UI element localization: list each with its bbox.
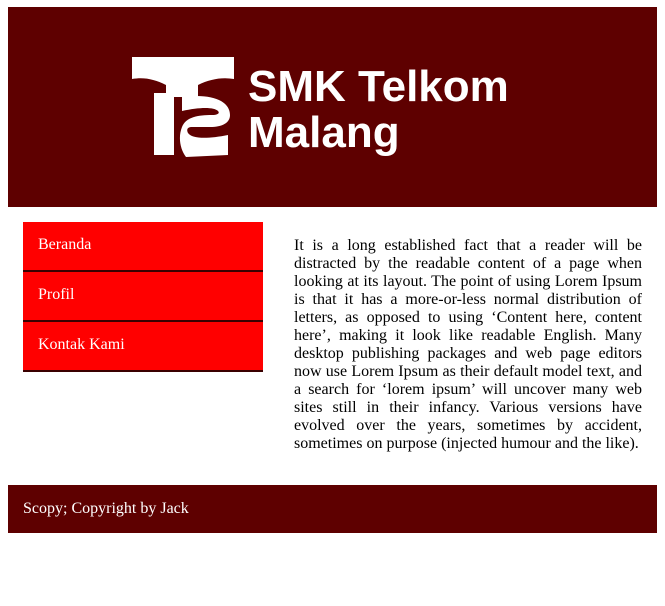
nav-item-beranda[interactable]: Beranda — [23, 222, 263, 272]
telkom-logo-icon — [132, 57, 234, 157]
nav-item-kontak-kami[interactable]: Kontak Kami — [23, 322, 263, 372]
site-title-line2: Malang — [248, 108, 400, 157]
site-footer: Scopy; Copyright by Jack — [8, 485, 657, 533]
site-title-line1: SMK Telkom — [248, 62, 509, 111]
site-header: SMK Telkom Malang — [8, 7, 657, 207]
nav-item-profil[interactable]: Profil — [23, 272, 263, 322]
footer-copyright: Scopy; Copyright by Jack — [23, 500, 189, 517]
sidebar-nav: Beranda Profil Kontak Kami — [23, 222, 263, 372]
main-content-paragraph: It is a long established fact that a rea… — [294, 237, 642, 452]
site-title: SMK Telkom Malang — [248, 64, 548, 156]
